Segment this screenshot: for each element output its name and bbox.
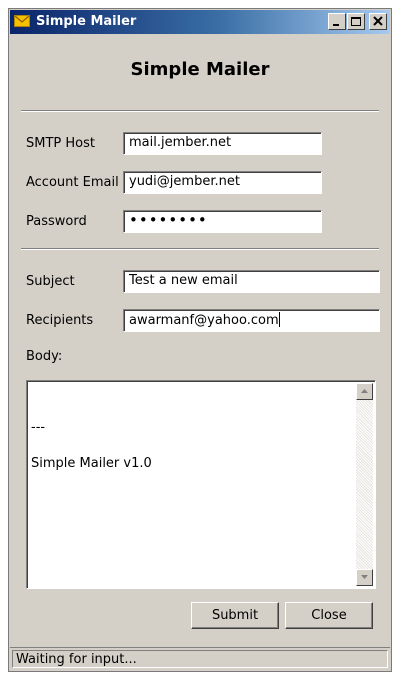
separator-middle <box>21 248 379 250</box>
envelope-icon <box>14 15 30 27</box>
status-bar: Waiting for input... <box>10 647 390 669</box>
main-window: Simple Mailer Simple Mailer SMTP Host ma… <box>8 8 392 672</box>
close-window-button[interactable] <box>369 13 387 30</box>
password-input[interactable]: •••••••• <box>123 210 322 233</box>
smtp-host-label: SMTP Host <box>26 136 95 151</box>
submit-button[interactable]: Submit <box>191 602 279 629</box>
account-email-label: Account Email <box>26 175 119 190</box>
close-icon <box>373 16 383 26</box>
body-scrollbar[interactable] <box>356 383 373 586</box>
maximize-button[interactable] <box>347 13 365 30</box>
page-title: Simple Mailer <box>130 59 270 80</box>
body-textarea[interactable]: --- Simple Mailer v1.0 <box>26 380 376 589</box>
title-bar[interactable]: Simple Mailer <box>10 10 390 34</box>
minimize-button[interactable] <box>328 13 346 30</box>
body-content: --- Simple Mailer v1.0 <box>31 419 152 473</box>
recipients-label: Recipients <box>26 313 94 328</box>
status-text: Waiting for input... <box>12 650 388 668</box>
text-caret <box>278 312 280 327</box>
body-line: --- <box>31 420 46 435</box>
close-button[interactable]: Close <box>285 602 373 629</box>
window-title: Simple Mailer <box>36 14 137 29</box>
body-line: Simple Mailer v1.0 <box>31 456 152 471</box>
body-line <box>31 437 152 455</box>
recipients-input[interactable]: awarmanf@yahoo.com <box>123 309 380 332</box>
smtp-host-input[interactable]: mail.jember.net <box>123 132 322 155</box>
account-email-input[interactable]: yudi@jember.net <box>123 171 322 194</box>
scroll-up-button[interactable] <box>356 383 373 400</box>
subject-input[interactable]: Test a new email <box>123 270 380 293</box>
body-label: Body: <box>26 349 63 364</box>
recipients-value: awarmanf@yahoo.com <box>129 313 279 328</box>
password-label: Password <box>26 214 87 229</box>
minimize-icon <box>333 24 339 26</box>
scroll-down-button[interactable] <box>356 569 373 586</box>
subject-label: Subject <box>26 274 75 289</box>
arrow-down-icon <box>361 575 368 579</box>
separator-top <box>21 110 379 112</box>
arrow-up-icon <box>361 389 368 393</box>
maximize-icon <box>351 17 361 26</box>
